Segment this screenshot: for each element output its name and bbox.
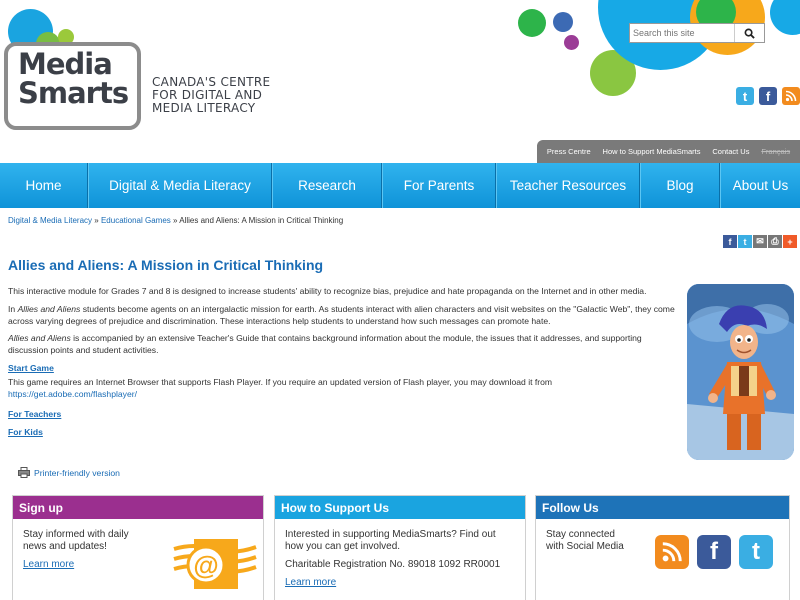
signup-text: Stay informed with daily news and update…	[23, 529, 129, 552]
breadcrumb-sep: »	[94, 216, 99, 225]
follow-text: Stay connected with Social Media	[546, 529, 624, 552]
breadcrumb-current: Allies and Aliens: A Mission in Critical…	[179, 216, 344, 225]
page-title: Allies and Aliens: A Mission in Critical…	[8, 257, 324, 273]
rss-icon[interactable]	[655, 535, 689, 569]
header: Media Smarts CANADA'S CENTRE FOR DIGITAL…	[0, 0, 800, 163]
nav-for-parents[interactable]: For Parents	[382, 163, 496, 208]
printer-friendly: Printer-friendly version	[18, 467, 120, 478]
breadcrumb-sep: »	[173, 216, 178, 225]
game-name: Allies and Aliens	[8, 333, 71, 343]
decor-bubble	[518, 9, 546, 37]
support-text: Interested in supporting MediaSmarts? Fi…	[285, 529, 496, 552]
press-centre-link[interactable]: Press Centre	[547, 147, 591, 156]
plus-icon[interactable]: +	[783, 235, 797, 248]
search-button[interactable]	[734, 24, 764, 42]
search-box	[629, 23, 765, 43]
nav-blog[interactable]: Blog	[640, 163, 720, 208]
for-teachers-link[interactable]: For Teachers	[8, 408, 680, 420]
share-bar: f t ✉ ⎙ +	[723, 235, 797, 248]
printer-friendly-link[interactable]: Printer-friendly version	[34, 468, 120, 478]
article-body: This interactive module for Grades 7 and…	[8, 285, 680, 438]
nav-teacher-resources[interactable]: Teacher Resources	[496, 163, 640, 208]
alien-character-illustration	[687, 284, 794, 460]
tagline: CANADA'S CENTRE FOR DIGITAL AND MEDIA LI…	[152, 76, 270, 115]
facebook-icon[interactable]: f	[759, 87, 777, 105]
nav-digital-media-literacy[interactable]: Digital & Media Literacy	[88, 163, 272, 208]
email-icon[interactable]: ✉	[753, 235, 767, 248]
signup-learn-more-link[interactable]: Learn more	[23, 559, 74, 571]
rss-icon[interactable]	[782, 87, 800, 105]
nav-research[interactable]: Research	[272, 163, 382, 208]
decor-bubble	[564, 35, 579, 50]
nav-home[interactable]: Home	[0, 163, 88, 208]
nav-about-us[interactable]: About Us	[720, 163, 800, 208]
support-box-title: How to Support Us	[275, 496, 525, 519]
main-nav: Home Digital & Media Literacy Research F…	[0, 163, 800, 208]
breadcrumb-link[interactable]: Digital & Media Literacy	[8, 216, 92, 225]
signup-box-title: Sign up	[13, 496, 263, 519]
francais-link[interactable]: Français	[761, 147, 790, 156]
charitable-registration: Charitable Registration No. 89018 1092 R…	[285, 559, 501, 570]
breadcrumb-link[interactable]: Educational Games	[101, 216, 171, 225]
facebook-icon[interactable]: f	[697, 535, 731, 569]
printer-icon	[18, 467, 30, 478]
utility-links: Press Centre How to Support MediaSmarts …	[537, 140, 800, 163]
start-game-section: Start Game This game requires an Interne…	[8, 362, 680, 400]
guide-paragraph: Allies and Aliens is accompanied by an e…	[8, 333, 642, 355]
breadcrumb: Digital & Media Literacy » Educational G…	[8, 216, 343, 225]
flash-note: This game requires an Internet Browser t…	[8, 376, 553, 387]
print-icon[interactable]: ⎙	[768, 235, 782, 248]
twitter-icon[interactable]: t	[739, 535, 773, 569]
support-learn-more-link[interactable]: Learn more	[285, 577, 336, 589]
search-icon	[744, 28, 755, 39]
decor-bubble	[553, 12, 573, 32]
flash-download-link[interactable]: https://get.adobe.com/flashplayer/	[8, 389, 137, 399]
contact-link[interactable]: Contact Us	[712, 147, 749, 156]
logo-line1: Media	[18, 47, 113, 81]
description-paragraph: In Allies and Aliens students become age…	[8, 303, 675, 326]
support-link[interactable]: How to Support MediaSmarts	[603, 147, 701, 156]
game-name: Allies and Aliens	[17, 303, 81, 314]
facebook-icon[interactable]: f	[723, 235, 737, 248]
support-box: How to Support Us Interested in supporti…	[274, 495, 526, 600]
twitter-icon[interactable]: t	[738, 235, 752, 248]
search-input[interactable]	[630, 24, 734, 42]
twitter-icon[interactable]: t	[736, 87, 754, 105]
decor-bubble	[770, 0, 800, 35]
logo-line2: Smarts	[18, 76, 129, 110]
svg-text:@: @	[193, 550, 218, 580]
tagline-line: MEDIA LITERACY	[152, 101, 256, 115]
for-kids-link[interactable]: For Kids	[8, 426, 680, 438]
page: Media Smarts CANADA'S CENTRE FOR DIGITAL…	[0, 0, 800, 600]
email-stamp-icon: @	[173, 539, 257, 589]
intro-paragraph: This interactive module for Grades 7 and…	[8, 286, 647, 296]
follow-box-title: Follow Us	[536, 496, 789, 519]
mediasmarts-logo[interactable]: Media Smarts	[4, 42, 141, 130]
start-game-link[interactable]: Start Game	[8, 362, 680, 374]
